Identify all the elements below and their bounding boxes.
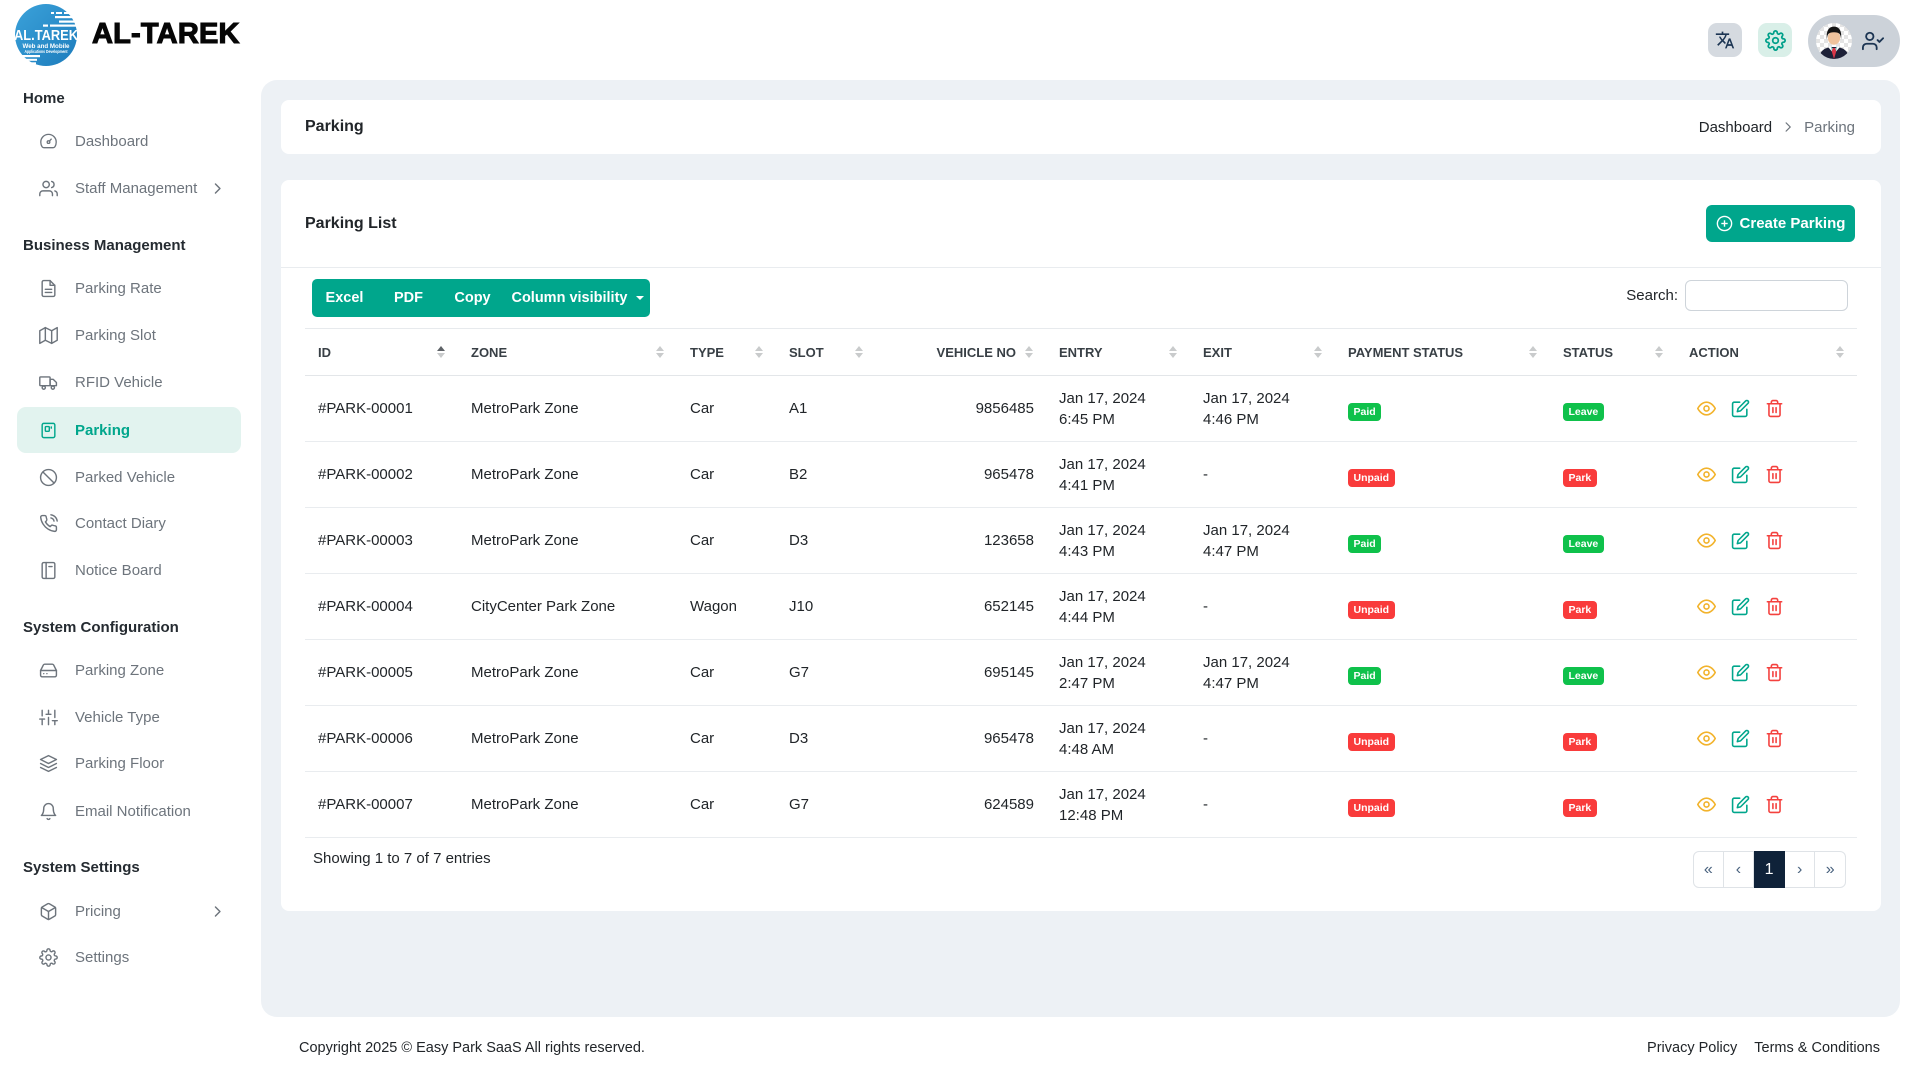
svg-text:Applications Development: Applications Development [25,49,68,54]
svg-text:AL.TAREK: AL.TAREK [14,28,78,44]
